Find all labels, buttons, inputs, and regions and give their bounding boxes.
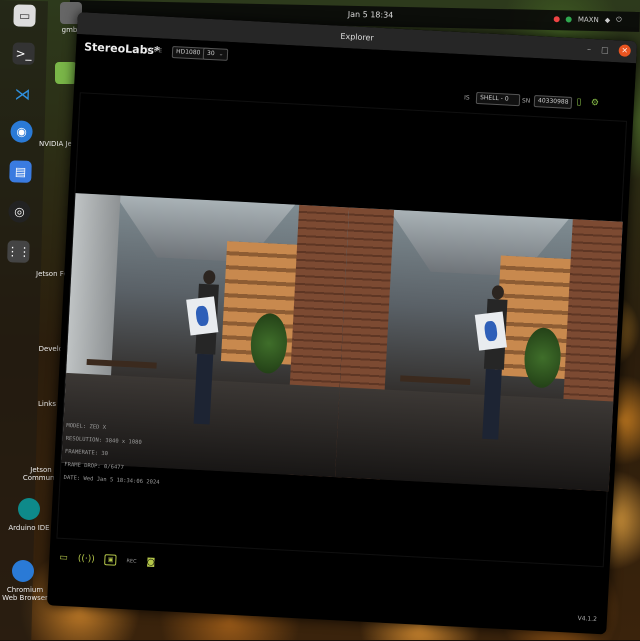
desktop-label: Chromium Web Browser	[2, 586, 48, 602]
stream-icon[interactable]: ((·))	[78, 553, 95, 564]
clock[interactable]: Jan 5 18:34	[348, 10, 394, 20]
power-icon[interactable]: ⏻	[616, 15, 622, 24]
camera-select[interactable]: SHELL - 0	[475, 91, 521, 107]
calibration-board	[186, 296, 219, 336]
minimize-button[interactable]: –	[587, 44, 591, 53]
text-editor-icon[interactable]: ▤	[9, 160, 32, 183]
record-toggle-icon[interactable]: ▯	[574, 97, 585, 108]
chevron-down-icon: ⌄	[218, 50, 224, 58]
files-icon[interactable]: ▭	[13, 4, 36, 27]
notification-icon[interactable]	[553, 15, 560, 22]
terminal-icon[interactable]: >_	[12, 42, 35, 65]
video-viewer	[56, 92, 628, 568]
system-tray[interactable]: MAXN ◆ ⏻	[553, 14, 622, 24]
vscode-icon[interactable]: ⋊	[11, 82, 34, 105]
person-head	[202, 269, 216, 285]
person-head	[491, 285, 505, 300]
camera-info: MODEL: ZED X RESOLUTION: 3840 x 1080 FRA…	[63, 420, 162, 490]
folder-icon[interactable]: ▭	[59, 552, 68, 562]
arduino-icon[interactable]	[18, 498, 40, 520]
rec-label[interactable]: REC	[126, 558, 136, 565]
fps-value: 30	[206, 49, 215, 58]
chromium-icon[interactable]	[12, 560, 34, 582]
person-legs	[193, 353, 214, 425]
bottom-toolbar: ▭ ((·)) ▣ REC ◙	[59, 552, 155, 568]
network-icon[interactable]: ◆	[605, 16, 611, 24]
mode-label: LIVE	[145, 46, 164, 55]
camera-snapshot-icon[interactable]: ◙	[146, 557, 155, 567]
floor	[335, 387, 614, 492]
settings-gear-icon[interactable]: ⚙	[590, 98, 601, 109]
chromium-icon[interactable]: ◉	[10, 120, 33, 143]
maximize-button[interactable]: □	[601, 45, 609, 54]
svo-icon[interactable]: ▣	[104, 554, 117, 566]
version-label: V4.1.2	[577, 614, 598, 623]
person-legs	[482, 368, 502, 440]
explorer-window: Explorer – □ × StereoLabs* LIVE HD1080⌄ …	[46, 12, 638, 635]
calibration-board	[474, 311, 507, 351]
show-apps-icon[interactable]: ⋮⋮	[6, 240, 31, 263]
close-button[interactable]: ×	[618, 44, 632, 57]
window-controls: – □ ×	[587, 43, 632, 57]
nvidia-icon[interactable]	[565, 15, 572, 23]
camera-select-value: SHELL - 0	[479, 94, 509, 103]
sn-label: SN	[521, 97, 531, 105]
right-camera-view	[335, 207, 623, 492]
serial-number-value: 40330988	[537, 97, 569, 106]
resolution-value: HD1080	[175, 48, 201, 57]
ctrl-label: IS	[463, 94, 470, 102]
camera-control-row: IS SHELL - 0 SN 40330988 ▯ ⚙	[434, 89, 635, 115]
desktop-label: Arduino IDE	[8, 524, 50, 532]
obs-icon[interactable]: ◎	[8, 200, 31, 223]
fps-select[interactable]: 30 ⌄	[202, 47, 228, 61]
bench	[400, 375, 471, 386]
power-mode-label[interactable]: MAXN	[578, 15, 599, 23]
serial-number-field[interactable]: 40330988	[533, 94, 573, 109]
